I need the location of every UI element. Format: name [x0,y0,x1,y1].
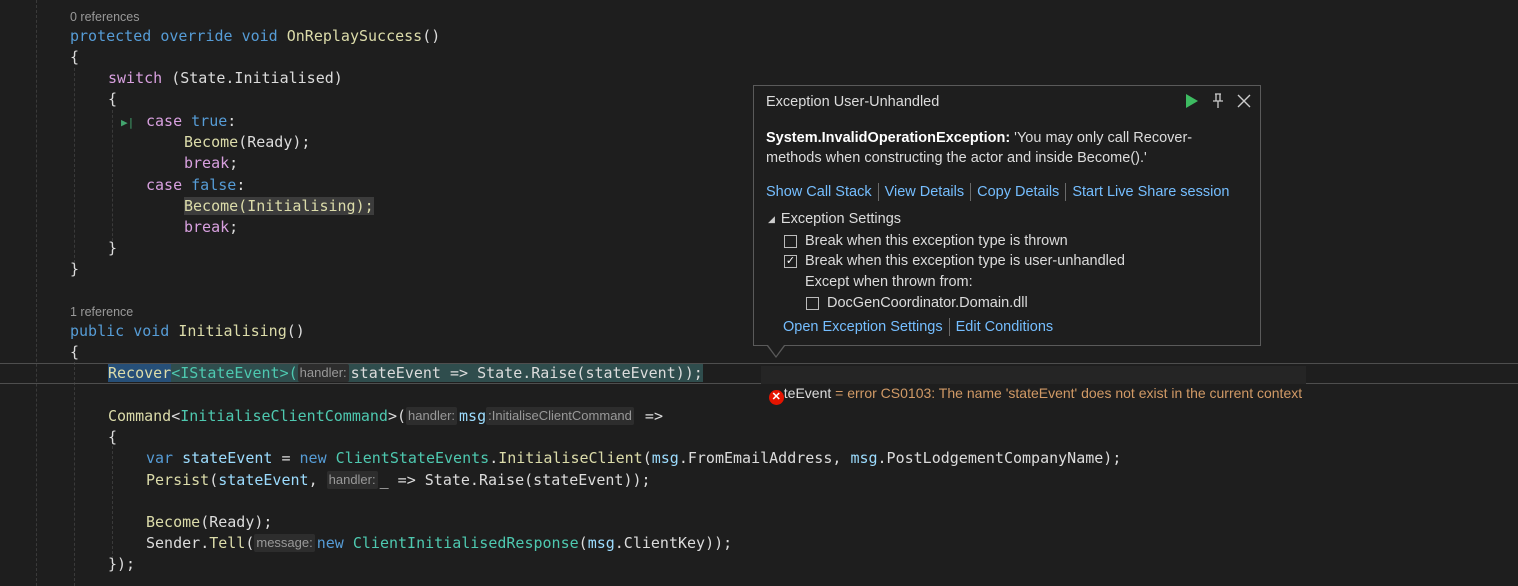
code-line-12: } [70,260,80,278]
except-module-checkbox[interactable] [806,296,819,310]
indent-guide [112,446,113,564]
close-icon [1237,94,1251,108]
open-exception-settings-link[interactable]: Open Exception Settings [783,319,943,335]
parameter-hint: handler: [297,364,349,382]
indent-guide [74,362,75,586]
code-line-1: protected override void OnReplaySuccess(… [70,27,441,45]
link-separator [877,183,879,201]
continue-button[interactable] [1182,91,1202,111]
show-call-stack-link[interactable]: Show Call Stack [766,184,872,200]
code-line-13: public void Initialising() [70,322,305,340]
code-line-15: Recover<IStateEvent>(handler: stateEvent … [108,364,703,382]
code-line-20: Become(Ready); [146,513,273,531]
except-module-option[interactable]: DocGenCoordinator.Domain.dll [806,295,1028,311]
break-unhandled-checkbox[interactable]: ✓ [784,254,797,268]
break-unhandled-label: Break when this exception type is user-u… [805,253,1125,269]
collapse-triangle-icon: ◢ [768,213,775,224]
code-line-6: Become(Ready); [184,133,311,151]
break-thrown-checkbox[interactable] [784,234,797,248]
pin-icon [1213,93,1223,108]
edit-conditions-link[interactable]: Edit Conditions [956,319,1054,335]
code-line-8: case false: [146,176,246,194]
code-line-22: }); [108,555,136,573]
code-line-11: } [108,239,118,257]
code-line-7: break; [184,154,239,172]
copy-details-link[interactable]: Copy Details [977,184,1059,200]
view-details-link[interactable]: View Details [885,184,965,200]
type-hint: :InitialiseClientCommand [486,407,634,425]
exception-message: System.InvalidOperationException: 'You m… [766,130,1193,166]
error-icon: ✕ [768,390,784,405]
parameter-hint: handler: [326,471,378,489]
pin-button[interactable] [1208,91,1228,111]
codelens-references[interactable]: 0 references [70,9,139,25]
code-line-2: { [70,48,80,66]
code-line-4: { [108,90,118,108]
popup-links: Show Call Stack View Details Copy Detail… [766,183,1229,201]
code-line-17: { [108,428,118,446]
code-line-16: Command<InitialiseClientCommand>(handler… [108,407,663,425]
code-line-19: Persist(stateEvent, handler: _ => State.R… [146,471,651,489]
except-when-label: Except when thrown from: [805,274,973,290]
popup-pointer-fill [768,345,784,356]
parameter-hint: message: [254,534,315,552]
code-line-5: case true: [146,112,237,130]
break-unhandled-option[interactable]: ✓ Break when this exception type is user… [784,253,1125,269]
step-into-icon[interactable]: ▶| [121,111,134,132]
break-thrown-option[interactable]: Break when this exception type is thrown [784,233,1068,249]
code-line-21: Sender.Tell(message: new ClientInitialise… [146,534,733,552]
code-line-9: Become(Initialising); [184,197,374,215]
code-line-18: var stateEvent = new ClientStateEvents.I… [146,449,1122,467]
code-line-10: break; [184,218,239,236]
close-button[interactable] [1234,91,1254,111]
exception-settings-header: Exception Settings [780,211,902,227]
indent-guide [36,0,37,586]
popup-bottom-links: Open Exception Settings Edit Conditions [783,318,1053,336]
popup-title: Exception User-Unhandled [766,94,940,110]
link-separator [1065,183,1067,201]
exception-settings-toggle[interactable]: ◢ Exception Settings [768,211,901,227]
start-live-share-link[interactable]: Start Live Share session [1072,184,1229,200]
break-thrown-label: Break when this exception type is thrown [805,233,1068,249]
exception-popup: Exception User-Unhandled System.InvalidO… [753,85,1261,346]
indent-guide [112,110,113,246]
code-line-3: switch (State.Initialised) [108,69,343,87]
link-separator [948,318,950,336]
error-adornment: ✕ teEvent = error CS0103: The name 'state… [761,366,1307,405]
parameter-hint: handler: [406,407,458,425]
except-module-label: DocGenCoordinator.Domain.dll [827,295,1028,311]
code-line-14: { [70,343,80,361]
indent-guide [74,68,75,268]
codelens-references[interactable]: 1 reference [70,304,133,320]
play-icon [1186,94,1198,108]
link-separator [970,183,972,201]
